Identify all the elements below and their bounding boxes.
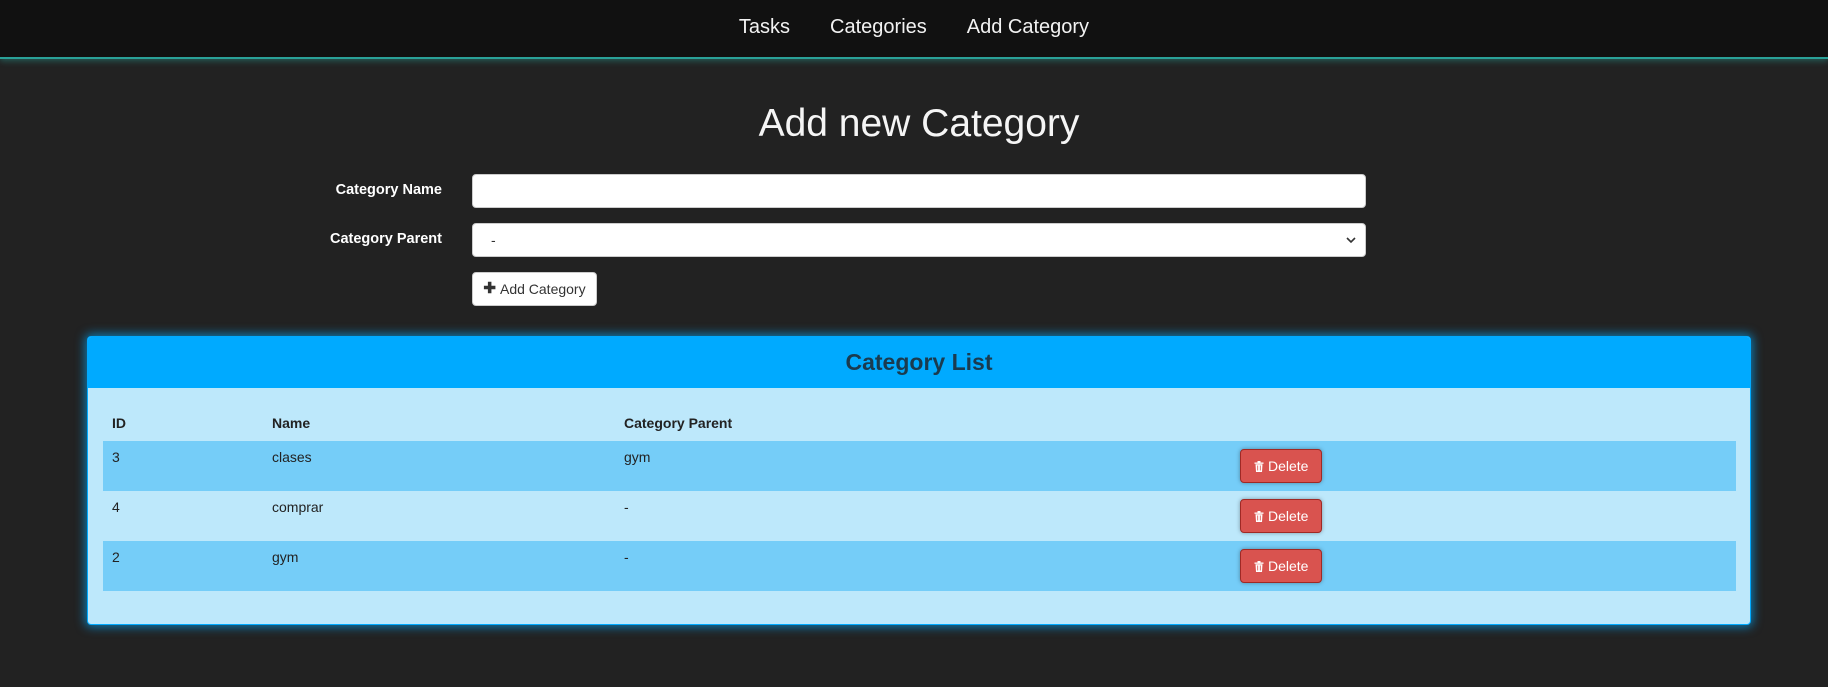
delete-button-label: Delete	[1268, 558, 1309, 574]
column-header-id: ID	[112, 415, 126, 431]
column-header-name: Name	[272, 415, 311, 431]
cell-parent: -	[624, 499, 629, 515]
nav-link-add-category[interactable]: Add Category	[967, 12, 1089, 43]
category-table: ID Name Category Parent 3 clases gym Del…	[103, 405, 1736, 591]
cell-parent: -	[615, 541, 1231, 591]
column-header-actions	[1231, 405, 1736, 441]
cell-name: gym	[263, 541, 615, 591]
page-title: Add new Category	[758, 102, 1080, 145]
cell-action: Delete	[1231, 491, 1736, 541]
top-navbar: Tasks Categories Add Category	[0, 0, 1828, 59]
delete-button[interactable]: Delete	[1240, 449, 1323, 483]
category-parent-selected-value: -	[491, 232, 496, 248]
trash-icon	[1254, 460, 1264, 472]
table-header-row: ID Name Category Parent	[103, 405, 1736, 441]
cell-parent: gym	[615, 441, 1231, 491]
trash-icon	[1254, 510, 1264, 522]
table-row: 4 comprar - Delete	[103, 491, 1736, 541]
nav-link-tasks[interactable]: Tasks	[739, 12, 790, 43]
plus-icon: ✚	[483, 280, 496, 297]
cell-id: 3	[103, 441, 263, 491]
category-parent-label: Category Parent	[329, 231, 442, 247]
chevron-down-icon	[1345, 233, 1357, 245]
add-category-button-label: Add Category	[499, 281, 586, 297]
add-category-button[interactable]: ✚ Add Category	[472, 272, 597, 306]
panel-heading: Category List	[88, 337, 1750, 388]
table-row: 3 clases gym Delete	[103, 441, 1736, 491]
cell-action: Delete	[1231, 441, 1736, 491]
trash-icon	[1254, 560, 1264, 572]
cell-name: clases	[263, 441, 615, 491]
delete-button-label: Delete	[1268, 458, 1309, 474]
category-name-input[interactable]	[472, 174, 1366, 208]
cell-id: 4	[112, 499, 120, 515]
column-header-parent: Category Parent	[624, 415, 733, 431]
cell-id: 2	[103, 541, 263, 591]
cell-name: comprar	[272, 499, 324, 515]
category-name-label: Category Name	[335, 182, 442, 198]
delete-button-label: Delete	[1268, 508, 1309, 524]
category-parent-select[interactable]: -	[472, 223, 1366, 257]
category-list-panel: Category List ID Name Category Parent 3 …	[87, 336, 1751, 625]
panel-title: Category List	[845, 349, 993, 375]
cell-action: Delete	[1231, 541, 1736, 591]
table-row: 2 gym - Delete	[103, 541, 1736, 591]
delete-button[interactable]: Delete	[1240, 499, 1323, 533]
delete-button[interactable]: Delete	[1240, 549, 1323, 583]
nav-link-categories[interactable]: Categories	[830, 12, 927, 43]
